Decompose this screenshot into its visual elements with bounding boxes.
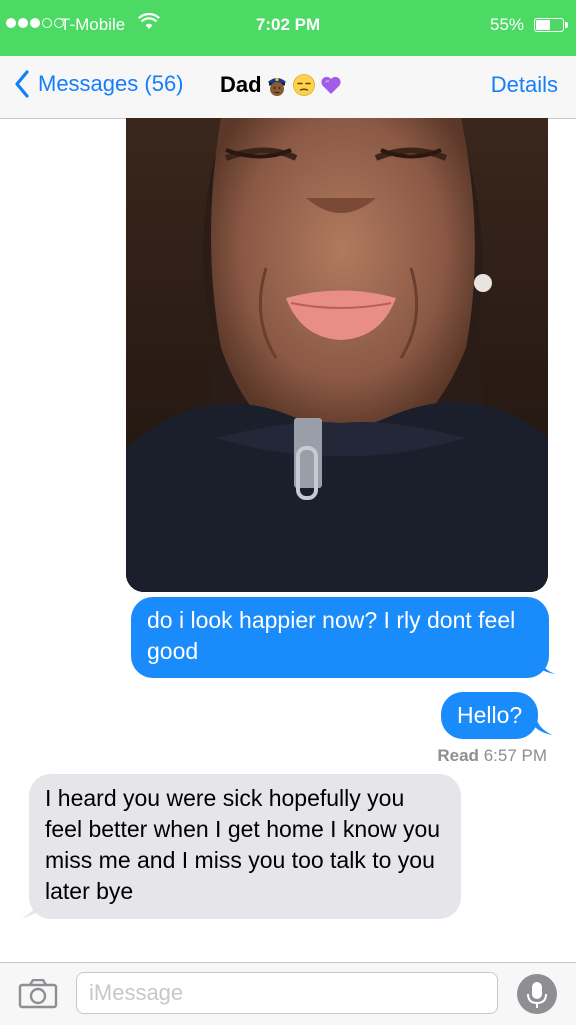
microphone-button[interactable] bbox=[517, 974, 557, 1014]
message-input[interactable] bbox=[77, 973, 497, 1013]
status-bar: T-Mobile 7:02 PM 55% bbox=[0, 0, 576, 56]
photo-message[interactable] bbox=[126, 118, 548, 592]
outgoing-message: do i look happier now? I rly dont feel g… bbox=[131, 597, 549, 678]
unamused-face-emoji-icon bbox=[292, 74, 315, 96]
read-receipt: Read 6:57 PM bbox=[437, 746, 547, 766]
back-button[interactable]: Messages (56) bbox=[14, 70, 184, 98]
selfie-photo-image bbox=[126, 118, 548, 592]
read-time: 6:57 PM bbox=[483, 746, 547, 765]
message-composer bbox=[0, 962, 576, 1025]
contact-title[interactable]: Dad bbox=[220, 72, 343, 98]
purple-heart-emoji-icon bbox=[320, 76, 341, 94]
message-text: I heard you were sick hopefully you feel… bbox=[45, 785, 441, 904]
incoming-message: I heard you were sick hopefully you feel… bbox=[29, 774, 461, 919]
message-text: Hello? bbox=[457, 702, 523, 728]
conversation-header: Messages (56) Dad Details bbox=[0, 56, 576, 119]
details-button[interactable]: Details bbox=[491, 72, 558, 98]
camera-icon[interactable] bbox=[18, 979, 58, 1009]
chevron-left-icon bbox=[15, 70, 29, 98]
microphone-icon bbox=[527, 982, 547, 1008]
battery-icon bbox=[534, 18, 568, 32]
message-text: do i look happier now? I rly dont feel g… bbox=[147, 607, 516, 664]
bubble-tail bbox=[535, 713, 553, 735]
outgoing-message: Hello? bbox=[441, 692, 539, 739]
police-officer-emoji-icon bbox=[267, 77, 286, 96]
imessage-field[interactable] bbox=[76, 972, 498, 1014]
bubble-tail bbox=[21, 896, 39, 918]
back-label: Messages (56) bbox=[38, 71, 184, 96]
contact-name: Dad bbox=[220, 72, 262, 97]
bubble-tail bbox=[537, 652, 555, 674]
battery-percent: 55% bbox=[490, 15, 525, 34]
read-label: Read bbox=[437, 746, 479, 765]
